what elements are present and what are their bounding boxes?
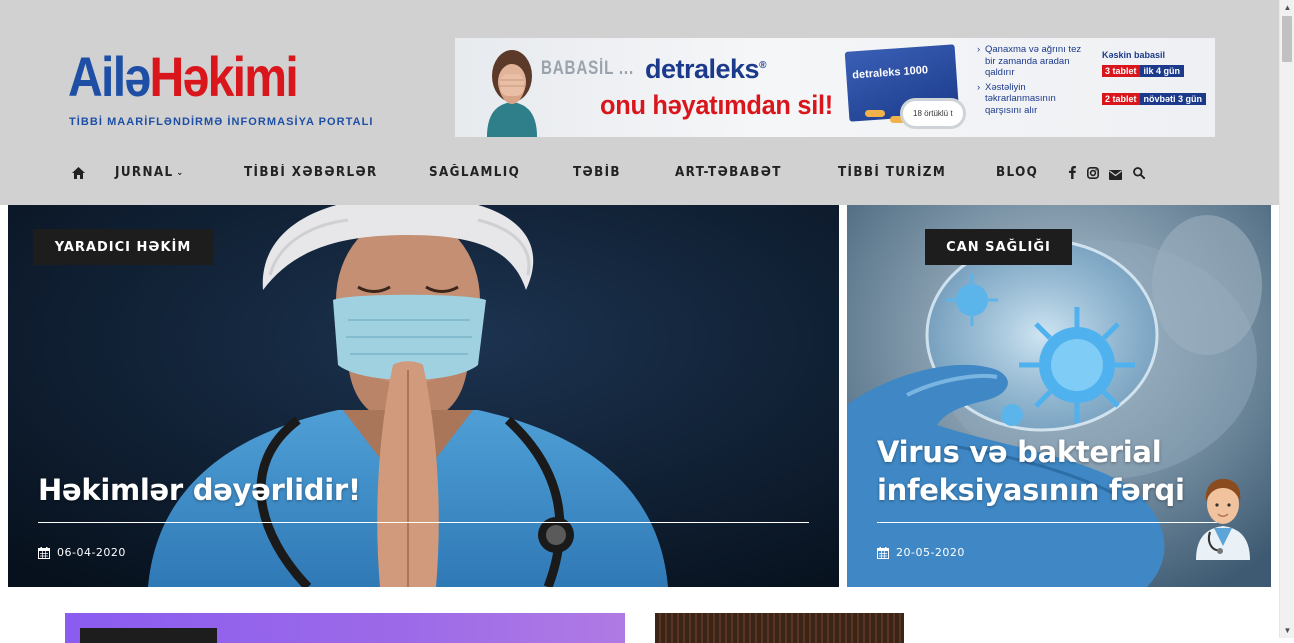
ad-brand-small: BABASİL ... <box>541 58 634 79</box>
instagram-icon[interactable] <box>1087 166 1099 184</box>
ad-brand-name: detraleks <box>645 54 760 84</box>
nav-item-saglamliq[interactable]: SAĞLAMLIQ <box>429 165 520 180</box>
scrollbar-thumb[interactable] <box>1282 16 1292 62</box>
ad-dosage-tablets: 3 tablet <box>1102 64 1140 77</box>
nav-item-tibbi-xeberler[interactable]: TİBBİ XƏBƏRLƏR <box>244 165 378 180</box>
chevron-down-icon: ⌄ <box>176 168 184 178</box>
home-icon[interactable] <box>72 166 85 184</box>
ad-slogan: onu həyatımdan sil! <box>600 90 833 120</box>
banner-ad[interactable]: BABASİL ... detraleks® onu həyatımdan si… <box>455 38 1215 137</box>
post-teaser-image[interactable] <box>655 613 904 643</box>
site-header: AiləHəkimi TİBBİ MAARİFLƏNDİRMƏ İNFORMAS… <box>0 0 1279 205</box>
post-date: 20-05-2020 <box>877 546 965 559</box>
nav-item-tibbi-turizm[interactable]: TİBBİ TURİZM <box>838 165 946 180</box>
doctor-chat-widget[interactable] <box>1192 474 1254 560</box>
ad-box-label: detraleks 1000 <box>851 64 929 82</box>
main-nav: JURNAL ⌄ TİBBİ XƏBƏRLƏR SAĞLAMLIQ TƏBİB A… <box>0 160 1279 186</box>
post-title[interactable]: Virus və bakterial infeksiyasının fərqi <box>877 433 1207 509</box>
envelope-icon[interactable] <box>1109 167 1122 185</box>
logo-wordmark: AiləHəkimi <box>68 44 299 110</box>
ad-dosage-period: növbəti 3 gün <box>1139 92 1207 105</box>
post-title[interactable]: Həkimlər dəyərlidir! <box>38 471 738 509</box>
site-logo[interactable]: AiləHəkimi TİBBİ MAARİFLƏNDİRMƏ İNFORMAS… <box>68 44 372 130</box>
nav-item-bloq[interactable]: BLOQ <box>996 165 1038 180</box>
ad-dosage-tablets: 2 tablet <box>1102 92 1140 105</box>
nav-item-art-tebabet[interactable]: ART-TƏBABƏT <box>675 165 782 180</box>
logo-tagline: TİBBİ MAARİFLƏNDİRMƏ İNFORMASİYA PORTALI <box>69 116 374 128</box>
calendar-icon <box>38 546 50 559</box>
ad-dosage-row: 3 tablet ilk 4 gün <box>1102 64 1210 77</box>
featured-post-card[interactable]: YARADICI HƏKİM Həkimlər dəyərlidir! 06-0… <box>8 205 839 587</box>
page-scrollbar[interactable]: ▲ ▼ <box>1279 0 1294 638</box>
ad-dosage-row: 2 tablet növbəti 3 gün <box>1102 92 1210 105</box>
post-date-text: 06-04-2020 <box>57 546 126 559</box>
logo-part-2: Həkimi <box>149 45 298 108</box>
category-badge[interactable] <box>80 628 217 643</box>
category-badge[interactable]: CAN SAĞLIĞI <box>925 229 1072 265</box>
logo-part-1: Ailə <box>68 45 151 108</box>
nav-item-label: JURNAL <box>115 165 174 180</box>
ad-bullets: Qanaxma və ağrını tez bir zamanda aradan… <box>977 44 1092 120</box>
scroll-up-arrow-icon[interactable]: ▲ <box>1280 0 1294 15</box>
ad-brand: detraleks® <box>645 54 766 85</box>
search-icon[interactable] <box>1133 166 1146 184</box>
title-divider <box>38 522 809 523</box>
ad-dosage-period: ilk 4 gün <box>1139 64 1185 77</box>
ad-bullet: Qanaxma və ağrını tez bir zamanda aradan… <box>977 44 1092 79</box>
ad-pill <box>865 110 885 117</box>
ad-dosage-title: Kəskin babasil <box>1102 50 1166 60</box>
ad-magnifier: 18 örtüklü t <box>900 98 966 129</box>
category-badge[interactable]: YARADICI HƏKİM <box>33 229 213 265</box>
nav-item-tebib[interactable]: TƏBİB <box>573 165 621 180</box>
ad-dosage: Kəskin babasil 3 tablet ilk 4 gün 2 tabl… <box>1102 50 1210 120</box>
ad-bullet: Xəstəliyin təkrarlanmasının qarşısını al… <box>977 82 1092 117</box>
post-date-text: 20-05-2020 <box>896 546 965 559</box>
nav-item-jurnal[interactable]: JURNAL ⌄ <box>115 165 183 180</box>
ad-woman-image <box>487 50 537 137</box>
post-date: 06-04-2020 <box>38 546 126 559</box>
calendar-icon <box>877 546 889 559</box>
scroll-down-arrow-icon[interactable]: ▼ <box>1280 623 1294 638</box>
ad-registered-mark: ® <box>759 60 766 71</box>
facebook-icon[interactable] <box>1069 166 1076 184</box>
title-divider <box>877 522 1217 523</box>
